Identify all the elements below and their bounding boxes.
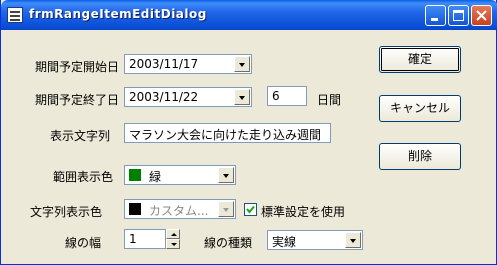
range-color-select[interactable]: 緑 [124,165,236,185]
maximize-icon [453,10,464,21]
app-icon[interactable] [7,7,23,23]
display-text-input[interactable]: マラソン大会に向けた走り込み週間 [124,123,331,143]
line-width-label: 線の幅 [65,236,102,250]
window-title: frmRangeItemEditDialog [29,7,207,21]
chevron-down-icon[interactable] [218,167,234,183]
minimize-icon [431,18,438,21]
title-bar[interactable]: frmRangeItemEditDialog [1,0,497,30]
chevron-down-icon[interactable] [234,56,250,72]
cancel-button[interactable]: キャンセル [379,95,461,122]
line-width-spinner[interactable] [166,229,180,249]
checkmark-icon [246,205,255,214]
maximize-button[interactable] [448,5,469,26]
days-unit-label: 日間 [317,93,342,107]
chevron-down-icon[interactable] [345,232,361,248]
range-color-label: 範囲表示色 [53,170,114,184]
ok-button[interactable]: 確定 [379,46,461,73]
text-color-swatch [129,203,141,215]
spin-down-icon[interactable] [166,239,180,249]
start-date-picker[interactable]: 2003/11/17 [124,54,252,74]
display-text-label: 表示文字列 [50,129,111,143]
line-width-input[interactable]: 1 [124,229,166,249]
end-date-label: 期間予定終了日 [35,93,120,107]
range-color-swatch [129,169,141,181]
chevron-down-icon[interactable] [234,89,250,105]
use-default-checkbox[interactable] [244,203,257,216]
text-color-value: カスタム... [149,204,209,218]
start-date-label: 期間予定開始日 [35,60,120,74]
line-type-select[interactable]: 実線 [267,230,363,250]
text-color-label: 文字列表示色 [30,205,103,219]
close-icon [476,10,487,21]
dialog-window: frmRangeItemEditDialog 期間予定開始日 2003/11/1… [0,0,497,265]
start-date-value: 2003/11/17 [129,57,199,71]
use-default-label[interactable]: 標準設定を使用 [261,203,345,220]
line-type-value: 実線 [272,235,297,249]
end-date-value: 2003/11/22 [129,90,199,104]
end-date-picker[interactable]: 2003/11/22 [124,87,252,107]
text-color-select[interactable]: カスタム... [124,199,236,219]
delete-button[interactable]: 削除 [379,143,461,170]
chevron-down-icon[interactable] [218,201,234,217]
line-type-label: 線の種類 [204,236,253,250]
close-button[interactable] [471,5,492,26]
range-color-value: 緑 [149,170,162,184]
minimize-button[interactable] [425,5,446,26]
days-input[interactable]: 6 [267,86,307,106]
spin-up-icon[interactable] [166,229,180,239]
